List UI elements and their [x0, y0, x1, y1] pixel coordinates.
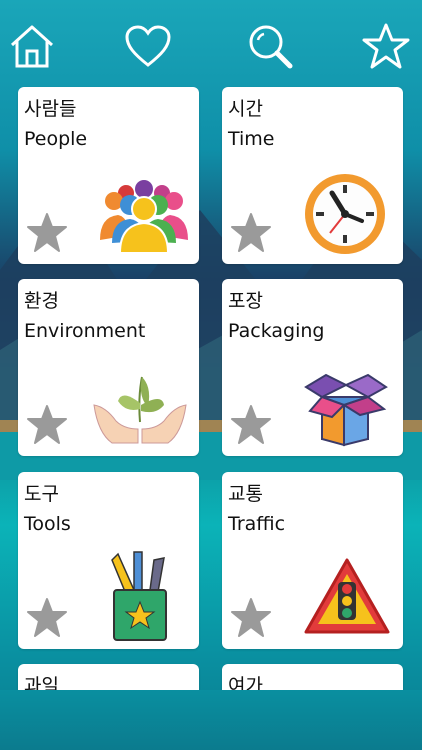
- category-korean-label: 교통: [228, 483, 263, 505]
- favorite-star-icon[interactable]: [26, 212, 68, 254]
- star-icon[interactable]: [358, 18, 414, 74]
- category-korean-label: 시간: [228, 98, 263, 120]
- favorite-star-icon[interactable]: [230, 404, 272, 446]
- category-english-label: Packaging: [228, 320, 325, 342]
- category-korean-label: 도구: [24, 483, 59, 505]
- category-english-label: Environment: [24, 320, 146, 342]
- category-korean-label: 사람들: [24, 98, 77, 120]
- category-card-traffic[interactable]: 교통 Traffic: [222, 472, 403, 649]
- favorite-star-icon[interactable]: [26, 597, 68, 639]
- clock-icon: [305, 174, 385, 254]
- category-card-time[interactable]: 시간 Time: [222, 87, 403, 264]
- category-card-packaging[interactable]: 포장 Packaging: [222, 279, 403, 456]
- category-korean-label: 환경: [24, 290, 59, 312]
- bottom-bar: [0, 690, 422, 750]
- home-icon[interactable]: [4, 18, 60, 74]
- favorite-star-icon[interactable]: [230, 597, 272, 639]
- traffic-sign-icon: [304, 558, 390, 634]
- hands-plant-icon: [93, 376, 187, 444]
- category-card-tools[interactable]: 도구 Tools: [18, 472, 199, 649]
- people-group-icon: [100, 180, 188, 254]
- search-icon[interactable]: [242, 18, 298, 74]
- top-navigation-bar: [0, 0, 422, 86]
- category-english-label: People: [24, 128, 88, 150]
- favorite-star-icon[interactable]: [26, 404, 68, 446]
- favorite-star-icon[interactable]: [230, 212, 272, 254]
- category-card-environment[interactable]: 환경 Environment: [18, 279, 199, 456]
- pencil-cup-icon: [111, 551, 167, 641]
- open-box-icon: [304, 373, 388, 447]
- category-english-label: Time: [228, 128, 275, 150]
- category-english-label: Tools: [24, 513, 71, 535]
- category-english-label: Traffic: [228, 513, 286, 535]
- category-korean-label: 포장: [228, 290, 263, 312]
- category-card-people[interactable]: 사람들 People: [18, 87, 199, 264]
- heart-icon[interactable]: [120, 18, 176, 74]
